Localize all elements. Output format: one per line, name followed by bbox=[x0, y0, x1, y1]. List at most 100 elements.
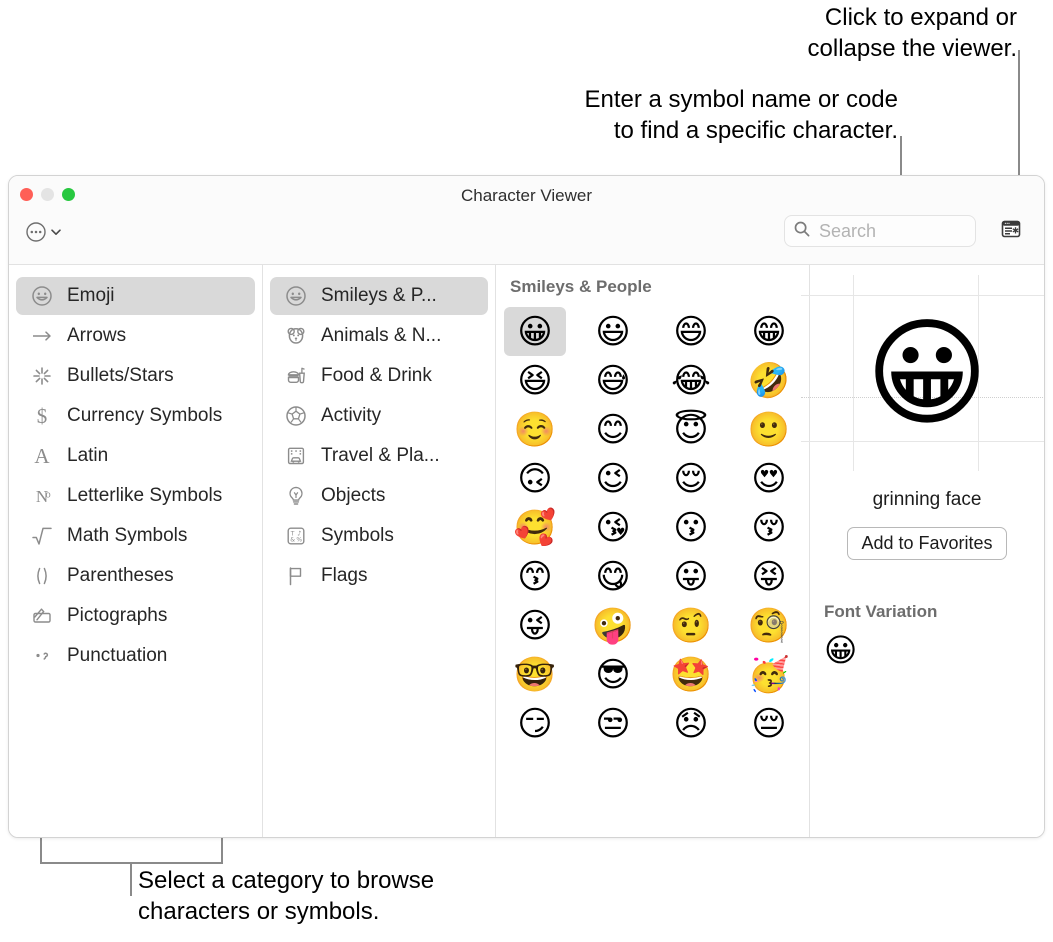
emoji-cell[interactable]: 😎 bbox=[582, 650, 644, 699]
latin-letter-a-icon: A bbox=[28, 446, 56, 467]
pictograph-icon bbox=[28, 604, 56, 628]
emoji-cell[interactable]: 🧐 bbox=[738, 601, 800, 650]
emoji-cell[interactable]: 🥰 bbox=[504, 503, 566, 552]
dollar-sign-icon: $ bbox=[28, 406, 56, 427]
emoji-cell[interactable]: 😃 bbox=[582, 307, 644, 356]
callout-bracket-right-tick bbox=[221, 838, 223, 864]
sidebar-item-label: Pictographs bbox=[67, 605, 167, 627]
options-popup-button[interactable] bbox=[25, 221, 63, 248]
emoji-cell[interactable]: 😒 bbox=[582, 699, 644, 748]
flag-icon bbox=[282, 564, 310, 588]
sidebar-item-letterlike-symbols[interactable]: Nͦ Letterlike Symbols bbox=[16, 477, 255, 515]
viewer-columns: Emoji ArrowsBullets/Stars $ Currency Symbol… bbox=[9, 265, 1044, 837]
emoji-cell[interactable]: 🤩 bbox=[660, 650, 722, 699]
emoji-cell[interactable]: 😌 bbox=[660, 454, 722, 503]
sidebar-item-math-symbols[interactable]: Math Symbols bbox=[16, 517, 255, 555]
sidebar-item-currency-symbols[interactable]: $ Currency Symbols bbox=[16, 397, 255, 435]
emoji-cell[interactable]: 😘 bbox=[582, 503, 644, 552]
emoji-cell[interactable]: 🙃 bbox=[504, 454, 566, 503]
emoji-cell[interactable]: 😊 bbox=[582, 405, 644, 454]
character-viewer-window: Character Viewer bbox=[8, 175, 1045, 838]
emoji-cell[interactable]: 🤓 bbox=[504, 650, 566, 699]
subcategory-item-objects[interactable]: Objects bbox=[270, 477, 488, 515]
emoji-cell[interactable]: 😁 bbox=[738, 307, 800, 356]
subcategory-item-label: Travel & Pla... bbox=[321, 445, 440, 467]
emoji-cell[interactable]: 😇 bbox=[660, 405, 722, 454]
emoji-cell[interactable]: 😙 bbox=[504, 552, 566, 601]
callout-collapse-viewer: Click to expand or collapse the viewer. bbox=[557, 2, 1017, 64]
emoji-cell[interactable]: 😄 bbox=[660, 307, 722, 356]
add-to-favorites-button[interactable]: Add to Favorites bbox=[847, 527, 1006, 560]
sidebar-item-parentheses[interactable]: Parentheses bbox=[16, 557, 255, 595]
callout-search-hint: Enter a symbol name or code to find a sp… bbox=[438, 84, 898, 146]
search-input[interactable] bbox=[819, 221, 967, 242]
emoji-cell[interactable]: 😞 bbox=[660, 699, 722, 748]
subcategory-list: Smileys & P...Animals & N... Food & Drink… bbox=[263, 265, 496, 837]
svg-text:✱: ✱ bbox=[1012, 226, 1019, 236]
subcategory-item-food-drink[interactable]: Food & Drink bbox=[270, 357, 488, 395]
emoji-cell[interactable]: 😅 bbox=[582, 356, 644, 405]
emoji-cell[interactable]: 🤨 bbox=[660, 601, 722, 650]
character-viewer-panel-icon: ✱ bbox=[999, 217, 1023, 246]
sidebar-item-label: Punctuation bbox=[67, 645, 167, 667]
character-name: grinning face bbox=[810, 489, 1044, 511]
emoji-cell[interactable]: 🤣 bbox=[738, 356, 800, 405]
emoji-cell[interactable]: 😔 bbox=[738, 699, 800, 748]
smiley-icon bbox=[28, 284, 56, 308]
emoji-cell[interactable]: 😋 bbox=[582, 552, 644, 601]
parentheses-icon bbox=[28, 564, 56, 588]
subcategory-item-symbols[interactable]: T♪&%Symbols bbox=[270, 517, 488, 555]
punctuation-icon bbox=[28, 644, 56, 668]
emoji-cell[interactable]: 🙂 bbox=[738, 405, 800, 454]
bullets-stars-icon bbox=[28, 364, 56, 388]
emoji-cell[interactable]: 😂 bbox=[660, 356, 722, 405]
emoji-cell[interactable]: 😚 bbox=[738, 503, 800, 552]
sidebar-item-label: Currency Symbols bbox=[67, 405, 222, 427]
soccer-ball-icon bbox=[282, 404, 310, 428]
emoji-cell[interactable]: 😗 bbox=[660, 503, 722, 552]
search-field[interactable] bbox=[784, 215, 976, 247]
bear-face-icon bbox=[282, 324, 310, 348]
sidebar-item-punctuation[interactable]: Punctuation bbox=[16, 637, 255, 675]
emoji-cell[interactable]: 😝 bbox=[738, 552, 800, 601]
sidebar-item-label: Emoji bbox=[67, 285, 115, 307]
emoji-cell[interactable]: 😍 bbox=[738, 454, 800, 503]
sidebar-item-latin[interactable]: ALatin bbox=[16, 437, 255, 475]
sidebar-item-pictographs[interactable]: Pictographs bbox=[16, 597, 255, 635]
svg-text:&: & bbox=[290, 537, 295, 544]
subcategory-item-activity[interactable]: Activity bbox=[270, 397, 488, 435]
grid-section-header: Smileys & People bbox=[496, 277, 809, 307]
sidebar-item-emoji[interactable]: Emoji bbox=[16, 277, 255, 315]
emoji-cell[interactable]: 😀 bbox=[504, 307, 566, 356]
emoji-cell[interactable]: 😆 bbox=[504, 356, 566, 405]
emoji-cell[interactable]: 🤪 bbox=[582, 601, 644, 650]
font-variation-list: 😀 bbox=[824, 634, 1044, 666]
numero-sign-icon: Nͦ bbox=[28, 488, 56, 505]
emoji-cell[interactable]: 😜 bbox=[504, 601, 566, 650]
emoji-cell[interactable]: 😉 bbox=[582, 454, 644, 503]
square-root-icon bbox=[28, 524, 56, 548]
sidebar-item-arrows[interactable]: Arrows bbox=[16, 317, 255, 355]
lightbulb-icon bbox=[282, 484, 310, 508]
symbols-icon: T♪&% bbox=[282, 524, 310, 548]
emoji-grid: 😀 😃 😄 😁 😆 😅 😂 🤣 ☺️ 😊 😇 🙂 🙃 😉 😌 😍 🥰 😘 😗 😚 😙 😋 😛 😝 😜 🤪 🤨 🧐 🤓 😎 🤩 🥳 😏 😒 😞 😔 bbox=[496, 307, 809, 748]
subcategory-item-flags[interactable]: Flags bbox=[270, 557, 488, 595]
ellipsis-circle-icon bbox=[25, 221, 47, 248]
sidebar-item-bullets-stars[interactable]: Bullets/Stars bbox=[16, 357, 255, 395]
sidebar-item-label: Letterlike Symbols bbox=[67, 485, 222, 507]
emoji-cell[interactable]: 😏 bbox=[504, 699, 566, 748]
burger-drink-icon bbox=[282, 364, 310, 388]
callout-bracket-left-tick bbox=[40, 838, 42, 864]
emoji-cell[interactable]: 😛 bbox=[660, 552, 722, 601]
subcategory-item-animals-n[interactable]: Animals & N... bbox=[270, 317, 488, 355]
subcategory-item-smileys-p[interactable]: Smileys & P... bbox=[270, 277, 488, 315]
collapse-viewer-button[interactable]: ✱ bbox=[996, 216, 1026, 246]
emoji-cell[interactable]: 🥳 bbox=[738, 650, 800, 699]
subcategory-item-label: Food & Drink bbox=[321, 365, 432, 387]
emoji-cell[interactable]: ☺️ bbox=[504, 405, 566, 454]
font-variation-cell[interactable]: 😀 bbox=[824, 634, 857, 666]
add-to-favorites-row: Add to Favorites bbox=[810, 527, 1044, 560]
character-preview-panel: 😀 grinning face Add to Favorites Font Va… bbox=[810, 265, 1044, 837]
subcategory-item-label: Activity bbox=[321, 405, 381, 427]
subcategory-item-travel-pla[interactable]: Travel & Pla... bbox=[270, 437, 488, 475]
